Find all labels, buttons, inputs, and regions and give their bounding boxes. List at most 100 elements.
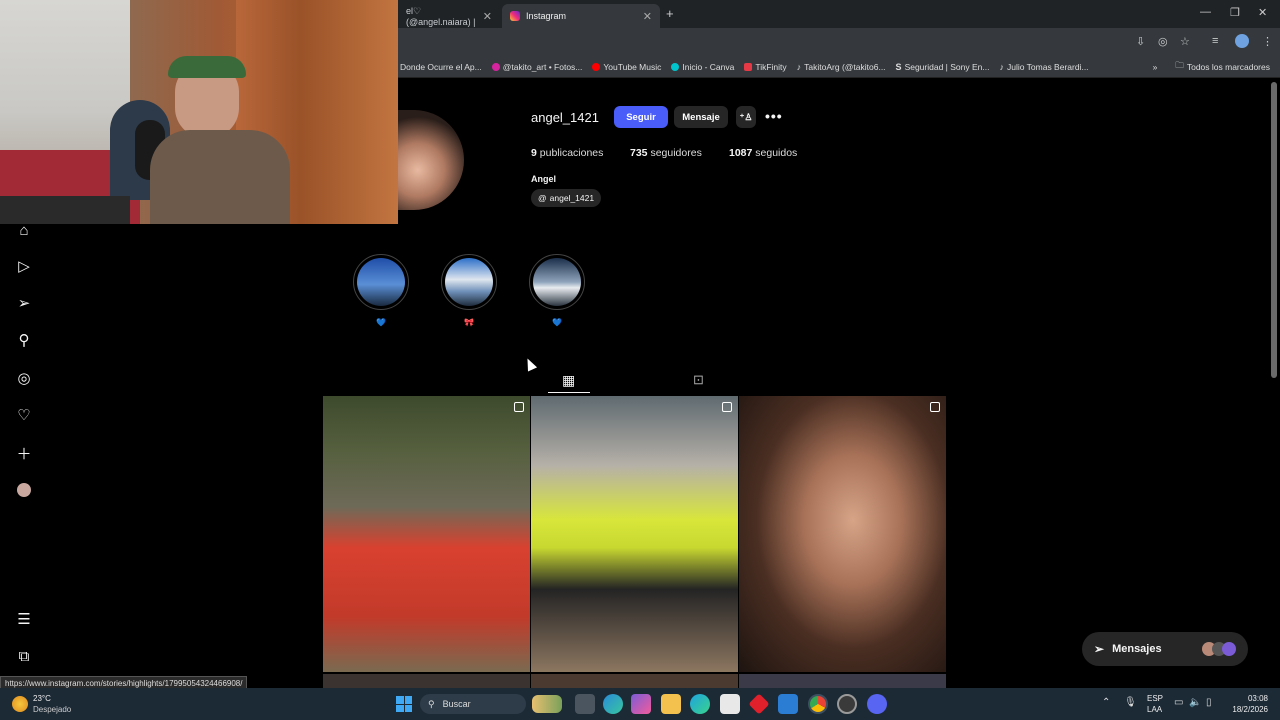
search-icon: ⚲ (428, 698, 435, 709)
copilot-icon[interactable] (603, 694, 623, 714)
canva-icon (671, 62, 680, 71)
grid-tab-icon[interactable]: ▦ (562, 372, 575, 389)
all-bookmarks-button[interactable]: 🗀 Todos los marcadores (1175, 60, 1270, 74)
message-button[interactable]: Mensaje (674, 106, 728, 128)
story-highlight[interactable] (353, 254, 409, 310)
bookmark-label: Donde Ocurre el Ap... (400, 61, 482, 72)
message-avatars (1202, 642, 1236, 656)
scrollbar-thumb[interactable] (1271, 82, 1277, 378)
bookmark-item[interactable]: TikFinity (744, 62, 787, 72)
network-icon[interactable]: ▭ (1174, 697, 1183, 708)
keyboard-layout[interactable]: LAA (1147, 705, 1162, 714)
messages-label: Mensajes (1112, 643, 1162, 655)
tagged-tab-icon[interactable]: ⊡ (693, 372, 704, 388)
explore-icon[interactable]: ◎ (14, 368, 34, 388)
threads-handle: angel_1421 (549, 193, 595, 203)
battery-icon[interactable]: ▯ (1206, 697, 1212, 708)
weather-icon[interactable] (12, 696, 28, 712)
close-tab-icon[interactable]: ✕ (643, 10, 652, 23)
bookmark-item[interactable]: ♪ Julio Tomas Berardi... (999, 62, 1088, 72)
windows-start-icon[interactable] (396, 696, 412, 712)
followers-stat[interactable]: 735 seguidores (630, 147, 702, 159)
bookmark-label: TakitoArg (@takito6... (804, 61, 886, 72)
post-thumbnail[interactable] (323, 674, 530, 688)
post-thumbnail[interactable] (739, 396, 946, 672)
chrome-icon[interactable] (808, 694, 828, 714)
install-app-icon[interactable]: ⇩ (1136, 35, 1145, 48)
reels-icon[interactable]: ▷ (14, 256, 34, 276)
tikfinity-icon (744, 62, 753, 71)
more-menu-icon[interactable]: ☰ (14, 609, 34, 629)
suggest-user-icon[interactable]: ⁺♙ (736, 106, 756, 128)
new-tab-button[interactable]: + (666, 6, 674, 21)
profile-username: angel_1421 (531, 110, 599, 125)
bookmark-item[interactable]: Donde Ocurre el Ap... (400, 62, 482, 72)
bookmark-label: Seguridad | Sony En... (904, 61, 990, 72)
following-count: 1087 (729, 147, 753, 159)
eye-off-icon[interactable]: ◎ (1158, 35, 1168, 48)
window-close-icon[interactable]: ✕ (1258, 6, 1267, 19)
maximize-icon[interactable]: ❐ (1230, 6, 1240, 19)
create-icon[interactable]: ＋ (14, 443, 34, 463)
messages-button[interactable]: ➢ Mensajes (1082, 632, 1248, 666)
tab-angel-naiara[interactable]: el♡ (@angel.naiara) | ✕ (398, 4, 500, 28)
star-icon[interactable]: ☆ (1180, 35, 1190, 48)
close-tab-icon[interactable]: ✕ (483, 10, 492, 23)
profile-avatar[interactable] (1235, 34, 1249, 48)
post-thumbnail[interactable] (531, 396, 738, 672)
clock-date[interactable]: 18/2/2026 (1224, 705, 1268, 714)
story-highlight[interactable] (529, 254, 585, 310)
tab-label: el♡ (@angel.naiara) | (406, 5, 476, 27)
language-code[interactable]: ESP (1147, 694, 1163, 703)
volume-icon[interactable]: 🔈 (1189, 697, 1201, 708)
sony-icon: S (895, 61, 902, 72)
microphone-icon[interactable]: 🎙 (1124, 697, 1137, 708)
tab-label: Instagram (526, 11, 567, 21)
threads-badge[interactable]: @ angel_1421 (531, 189, 602, 207)
edge-icon[interactable] (690, 694, 710, 714)
discord-icon[interactable] (867, 694, 887, 714)
bookmark-label: Inicio - Canva (682, 61, 735, 72)
send-icon: ➢ (1094, 642, 1105, 656)
active-tab-indicator (548, 392, 590, 393)
more-bookmarks-button[interactable]: » (1153, 62, 1158, 72)
widgets-icon[interactable] (532, 695, 562, 713)
youtube-music-icon (592, 62, 601, 71)
story-highlight[interactable] (441, 254, 497, 310)
clock-time[interactable]: 03:08 (1230, 694, 1268, 703)
store-icon[interactable] (720, 694, 740, 714)
followers-count: 735 (630, 147, 648, 159)
profile-avatar[interactable] (17, 483, 31, 497)
following-stat[interactable]: 1087 seguidos (729, 147, 797, 159)
highlight-label: 💙 (376, 318, 386, 327)
search-icon[interactable]: ⚲ (14, 330, 34, 350)
bookmark-item[interactable]: Inicio - Canva (671, 62, 734, 72)
taskbar-search[interactable]: ⚲ Buscar (420, 694, 526, 714)
post-thumbnail[interactable] (531, 674, 738, 688)
follow-button[interactable]: Seguir (614, 106, 668, 128)
chevron-up-icon[interactable]: ⌃ (1102, 697, 1110, 708)
app-icon[interactable] (837, 694, 857, 714)
also-from-meta-icon[interactable]: ⧉ (14, 646, 34, 666)
post-thumbnail[interactable] (323, 396, 530, 672)
bookmark-item[interactable]: YouTube Music (592, 62, 661, 72)
bookmark-item[interactable]: S Seguridad | Sony En... (896, 62, 990, 72)
task-view-icon[interactable] (575, 694, 595, 714)
file-explorer-icon[interactable] (661, 694, 681, 714)
bookmark-item[interactable]: @takito_art • Fotos... (491, 62, 582, 72)
menu-dots-icon[interactable]: ⋮ (1262, 35, 1273, 48)
followers-label: seguidores (650, 147, 702, 159)
bookmark-item[interactable]: ♪ TakitoArg (@takito6... (797, 62, 886, 72)
mail-icon[interactable] (778, 694, 798, 714)
bookmark-label: YouTube Music (603, 61, 662, 72)
bookmark-label: Julio Tomas Berardi... (1006, 61, 1089, 72)
post-thumbnail[interactable] (739, 674, 946, 688)
minimize-icon[interactable]: — (1200, 6, 1211, 18)
media-controls-icon[interactable]: ≡ (1212, 35, 1218, 47)
app-icon[interactable] (631, 694, 651, 714)
heart-icon[interactable]: ♡ (14, 405, 34, 425)
tab-instagram[interactable]: Instagram ✕ (502, 4, 660, 28)
webcam-overlay (0, 0, 398, 224)
options-dots-icon[interactable]: ••• (765, 108, 783, 124)
direct-icon[interactable]: ➢ (14, 293, 34, 313)
